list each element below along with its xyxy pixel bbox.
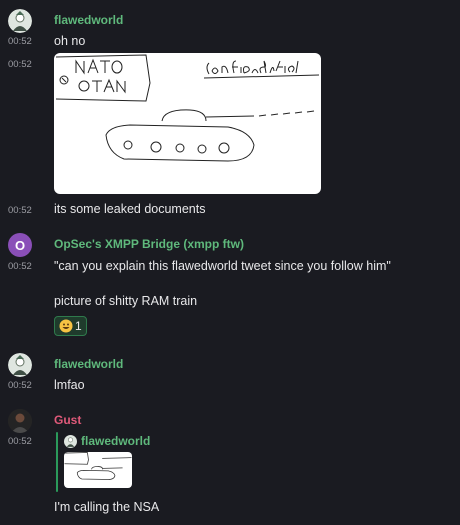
- timestamp: 00:52: [8, 59, 32, 70]
- reply-image-thumbnail[interactable]: [64, 452, 132, 488]
- username-opsec-bridge[interactable]: OpSec's XMPP Bridge (xmpp ftw): [54, 237, 244, 251]
- grinning-emoji-icon: [59, 319, 73, 333]
- timestamp: 00:52: [8, 36, 32, 47]
- username-flawedworld[interactable]: flawedworld: [54, 13, 123, 27]
- tank-drawing-image: [55, 54, 320, 162]
- flawedworld-avatar-icon: [8, 9, 32, 33]
- gust-avatar-icon: [8, 409, 32, 433]
- tank-drawing-thumbnail: [64, 452, 132, 480]
- message-text: picture of shitty RAM train: [54, 294, 198, 308]
- attached-image[interactable]: [54, 53, 321, 194]
- username-gust[interactable]: Gust: [54, 413, 81, 427]
- reply-header[interactable]: flawedworld: [64, 434, 150, 448]
- timestamp: 00:52: [8, 261, 32, 272]
- timestamp: 00:52: [8, 205, 32, 216]
- message-text: its some leaked documents: [54, 202, 206, 216]
- reply-avatar-icon: [64, 434, 77, 448]
- timestamp: 00:52: [8, 436, 32, 447]
- reply-quote-bar: [56, 432, 58, 492]
- timestamp: 00:52: [8, 380, 32, 391]
- message-text: oh no: [54, 34, 86, 48]
- avatar-flawedworld[interactable]: [8, 9, 32, 33]
- message-text: lmfao: [54, 378, 85, 392]
- avatar-gust[interactable]: [8, 409, 32, 433]
- message-text: "can you explain this flawedworld tweet …: [54, 259, 391, 273]
- reply-username: flawedworld: [81, 434, 151, 448]
- reaction-count: 1: [75, 319, 82, 333]
- username-flawedworld[interactable]: flawedworld: [54, 357, 123, 371]
- avatar-letter: O: [14, 237, 26, 253]
- message-text: I'm calling the NSA: [54, 500, 160, 514]
- flawedworld-avatar-icon: [8, 353, 32, 377]
- avatar-opsec-bridge[interactable]: O: [8, 233, 32, 257]
- reaction-chip[interactable]: 1: [54, 316, 87, 336]
- avatar-flawedworld[interactable]: [8, 353, 32, 377]
- chat-timeline: flawedworld 00:52 oh no 00:52 00:52 its …: [0, 0, 460, 525]
